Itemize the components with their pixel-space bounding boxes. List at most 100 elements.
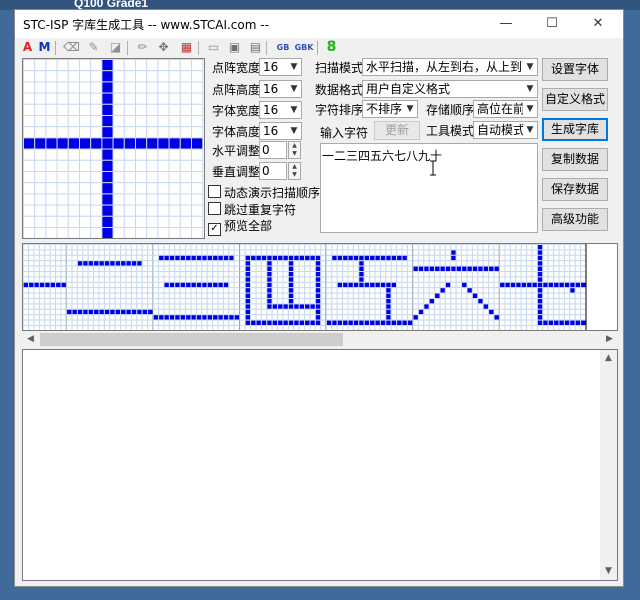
chevron-down-icon[interactable]: ▼ [523, 101, 537, 117]
bucket-icon[interactable]: ◪ [107, 39, 124, 56]
glyph-pixel [206, 281, 214, 289]
chevron-down-icon[interactable]: ▼ [523, 122, 537, 138]
glyph-pixel [563, 292, 571, 299]
glyph-strip[interactable] [22, 243, 618, 331]
horizontal-scrollbar[interactable]: ◀ ▶ [22, 331, 618, 348]
v-adjust-stepper[interactable]: ▲ ▼ [288, 162, 301, 180]
skip-repeat-checkbox[interactable]: 跳过重复字符 [208, 201, 296, 218]
char-height-select[interactable]: 16 ▼ [259, 122, 302, 140]
vertical-scrollbar[interactable]: ▲ ▼ [600, 350, 617, 580]
move-icon[interactable]: ✥ [155, 39, 172, 56]
glyph-pixel [23, 182, 36, 195]
checkmark-icon[interactable]: ✓ [208, 223, 221, 236]
glyph-pixel [542, 265, 549, 273]
gb2312-icon[interactable]: GB [273, 39, 293, 56]
animate-scan-checkbox[interactable]: 动态演示扫描顺序 [208, 184, 320, 201]
glyph-pixel [90, 81, 103, 94]
glyph-preview-grid[interactable] [22, 58, 205, 240]
glyph-pixel [390, 314, 398, 321]
store-order-select[interactable]: 高位在前 ▼ [473, 100, 538, 118]
eraser-icon[interactable]: ⌫ [63, 39, 80, 56]
glyph-pixel [168, 103, 181, 116]
glyph-pixel [396, 325, 403, 330]
chevron-down-icon[interactable]: ▼ [287, 81, 301, 97]
h-adjust-input[interactable]: 0 [259, 141, 287, 159]
glyph-pixel [239, 303, 246, 310]
mode-m-icon[interactable]: M [36, 39, 53, 56]
glyph-pixel [112, 92, 125, 105]
scroll-left-icon[interactable]: ◀ [22, 331, 39, 348]
glyph-pixel [314, 281, 322, 289]
glyph-pixel [112, 59, 125, 72]
scan-mode-select[interactable]: 水平扫描，从左到右，从上到下 ▼ [362, 58, 538, 76]
glyph-pixel [580, 276, 587, 283]
glyph-pixel [347, 308, 354, 316]
paint-icon[interactable]: ✎ [85, 39, 102, 56]
scroll-down-icon[interactable]: ▼ [600, 563, 617, 580]
glyph-pixel [55, 260, 62, 267]
glyph-pixel [499, 276, 506, 283]
generate-font-button[interactable]: 生成字库 [542, 118, 608, 141]
glyph-pixel [195, 271, 203, 278]
tool-mode-select[interactable]: 自动模式 ▼ [473, 121, 538, 139]
maximize-button[interactable]: ☐ [529, 10, 575, 38]
glyph-pixel [471, 260, 479, 267]
chevron-down-icon[interactable]: ▼ [523, 59, 537, 75]
data-format-select[interactable]: 用户自定义格式 ▼ [362, 80, 538, 98]
char-width-select[interactable]: 16 ▼ [259, 101, 302, 119]
chevron-down-icon[interactable]: ▼ [523, 81, 537, 97]
glyph-pixel [466, 276, 473, 283]
glyph-pixel [282, 298, 289, 305]
checkbox-box[interactable] [208, 185, 221, 198]
title-bar[interactable]: STC-ISP 字库生成工具 -- www.STCAI.com -- — ☐ ✕ [15, 10, 623, 38]
glyph-pixel [146, 92, 159, 105]
glyph-pixel [179, 215, 193, 229]
save-as-icon[interactable]: ▤ [247, 39, 264, 56]
input-chars-textarea[interactable]: 一二三四五六七八九十 [320, 143, 538, 233]
h-adjust-stepper[interactable]: ▲ ▼ [288, 141, 301, 159]
palette-icon[interactable]: ▦ [178, 39, 195, 56]
dot-height-select[interactable]: 16 ▼ [259, 80, 302, 98]
glyph-preview-canvas[interactable] [23, 59, 204, 240]
custom-format-button[interactable]: 自定义格式 [542, 88, 608, 111]
glyph-pixel [482, 276, 490, 283]
glyph-pixel [434, 287, 441, 294]
glyph-pixel [38, 303, 46, 310]
close-button[interactable]: ✕ [575, 10, 621, 38]
glyph-pixel [439, 249, 446, 256]
chevron-down-icon[interactable]: ▼ [287, 123, 301, 139]
font-color-a-icon[interactable]: A [19, 39, 36, 56]
scroll-right-icon[interactable]: ▶ [601, 331, 618, 348]
glyph-pixel [179, 260, 187, 267]
chevron-down-icon[interactable]: ▼ [287, 102, 301, 118]
chevron-down-icon[interactable]: ▼ [287, 59, 301, 75]
copy-data-button[interactable]: 复制数据 [542, 148, 608, 171]
save-data-button[interactable]: 保存数据 [542, 178, 608, 201]
checkbox-box[interactable] [208, 202, 221, 215]
dot-width-select[interactable]: 16 ▼ [259, 58, 302, 76]
pen-icon[interactable]: ✏ [134, 39, 151, 56]
glyph-pixel [23, 171, 36, 184]
set-font-button[interactable]: 设置字体 [542, 58, 608, 81]
char-sort-select[interactable]: 不排序 ▼ [362, 100, 418, 118]
v-adjust-input[interactable]: 0 [259, 162, 287, 180]
glyph-pixel [374, 271, 381, 278]
scroll-up-icon[interactable]: ▲ [600, 350, 617, 367]
open-icon[interactable]: ▭ [205, 39, 222, 56]
glyph-pixel [336, 319, 344, 326]
advanced-button[interactable]: 高级功能 [542, 208, 608, 231]
glyph-pixel [90, 148, 103, 161]
gbk-icon[interactable]: GBK [294, 39, 314, 56]
minimize-button[interactable]: — [483, 10, 529, 38]
glyph-pixel [342, 244, 349, 251]
preview-all-checkbox[interactable]: ✓ 预览全部 [208, 217, 272, 236]
digit-8-icon[interactable]: 8 [323, 39, 340, 56]
glyph-pixel [228, 244, 235, 251]
scroll-thumb[interactable] [40, 333, 343, 346]
update-button[interactable]: 更新 [374, 121, 420, 140]
output-textarea[interactable]: ▲ ▼ [22, 349, 618, 581]
glyph-pixel [352, 249, 360, 256]
chevron-down-icon[interactable]: ▼ [403, 101, 417, 117]
save-icon[interactable]: ▣ [226, 39, 243, 56]
preview-glyph-cells [23, 59, 204, 240]
